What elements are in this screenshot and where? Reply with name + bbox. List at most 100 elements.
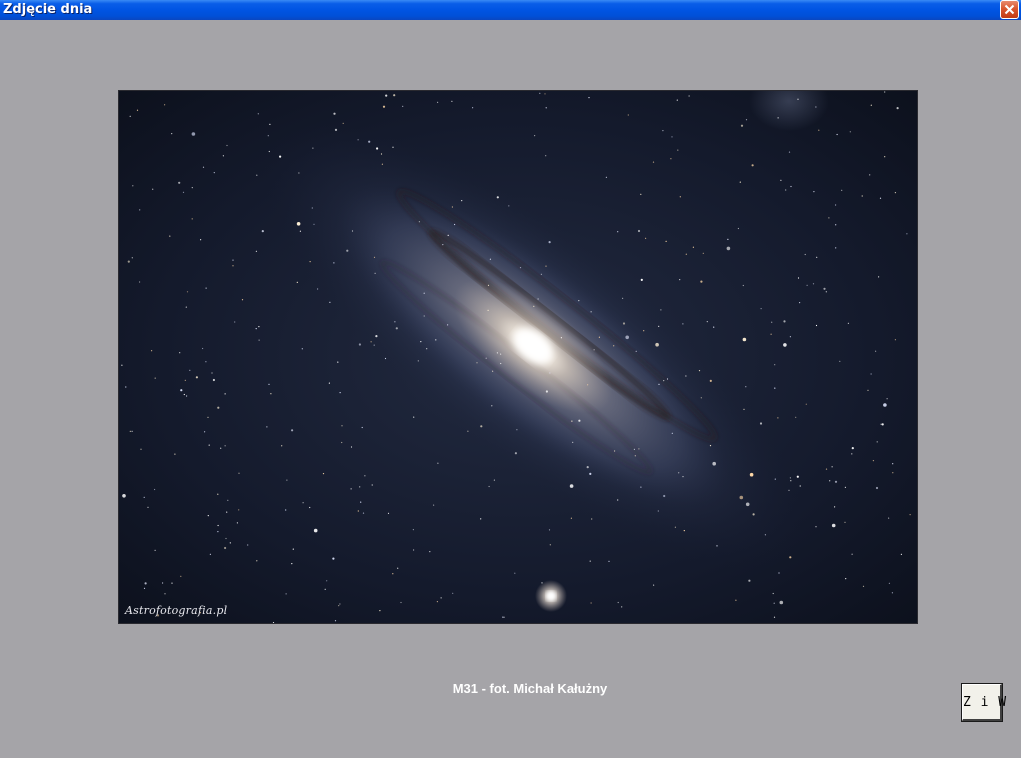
star [437, 101, 439, 103]
star [384, 357, 387, 360]
star [844, 486, 847, 488]
star [285, 509, 287, 511]
star [823, 287, 826, 290]
title-bar[interactable]: Zdjęcie dnia [0, 0, 1021, 20]
star [906, 233, 908, 235]
star [238, 472, 240, 474]
star [339, 603, 341, 605]
star [742, 337, 747, 342]
star [385, 94, 388, 97]
star [394, 321, 396, 323]
star [569, 484, 574, 488]
star [780, 179, 782, 181]
star [879, 197, 882, 199]
star [737, 227, 740, 230]
star [191, 132, 196, 136]
star [716, 545, 718, 547]
star [545, 107, 547, 109]
star [894, 339, 897, 341]
star [502, 616, 504, 618]
star [617, 231, 619, 233]
star [862, 585, 865, 587]
star [500, 362, 502, 365]
star [617, 601, 619, 604]
star [643, 330, 645, 332]
window-title: Zdjęcie dnia [3, 2, 93, 17]
star [313, 223, 315, 225]
star [241, 299, 244, 301]
star [815, 526, 817, 528]
star [682, 323, 684, 325]
star [311, 207, 313, 209]
star [452, 592, 454, 594]
star [813, 191, 815, 193]
star [797, 277, 800, 279]
star [296, 222, 301, 226]
star [539, 92, 541, 94]
star [180, 389, 183, 392]
star [541, 582, 543, 584]
star [537, 298, 539, 300]
star [560, 337, 562, 339]
app-window: Zdjęcie dnia Astrofotografia.pl M31 - fo… [0, 0, 1021, 758]
photo-watermark: Astrofotografia.pl [125, 604, 228, 617]
star [663, 494, 666, 498]
star [359, 486, 361, 488]
star [790, 480, 792, 482]
ziw-button-label: Z i W [963, 695, 1008, 710]
star [683, 530, 685, 532]
star [783, 343, 787, 347]
star [851, 447, 854, 450]
star [570, 517, 572, 519]
star [202, 347, 204, 350]
star [488, 485, 490, 488]
star [841, 189, 843, 191]
star [433, 504, 435, 506]
star [590, 602, 592, 604]
star [657, 510, 659, 512]
star [655, 342, 659, 347]
star [788, 151, 791, 153]
star [870, 104, 872, 106]
star [121, 364, 123, 366]
star [364, 475, 366, 477]
star [844, 521, 846, 523]
star [496, 196, 499, 199]
star [514, 572, 516, 574]
star [790, 185, 792, 188]
star [861, 195, 863, 197]
star [884, 91, 886, 93]
star [713, 326, 715, 328]
star [268, 383, 270, 385]
star [373, 344, 375, 346]
star [783, 320, 786, 323]
star [169, 235, 171, 237]
star [587, 384, 589, 386]
star [676, 99, 678, 101]
star [461, 200, 463, 202]
star [417, 360, 419, 362]
ziw-button[interactable]: Z i W [961, 683, 1008, 722]
star [217, 406, 220, 409]
star [752, 513, 755, 516]
star [617, 499, 619, 501]
star [429, 551, 431, 553]
star [472, 107, 474, 109]
star [393, 94, 396, 97]
star [291, 563, 293, 565]
star [360, 501, 362, 503]
star [232, 265, 234, 267]
close-button[interactable] [1000, 0, 1019, 19]
star [739, 181, 741, 183]
star [818, 129, 820, 131]
star [534, 135, 536, 137]
star [337, 361, 339, 363]
star [870, 373, 872, 375]
star [878, 276, 880, 278]
star [125, 386, 127, 388]
star [144, 582, 147, 585]
star [312, 147, 314, 149]
star [514, 452, 517, 455]
star [799, 485, 801, 487]
star [608, 560, 610, 562]
